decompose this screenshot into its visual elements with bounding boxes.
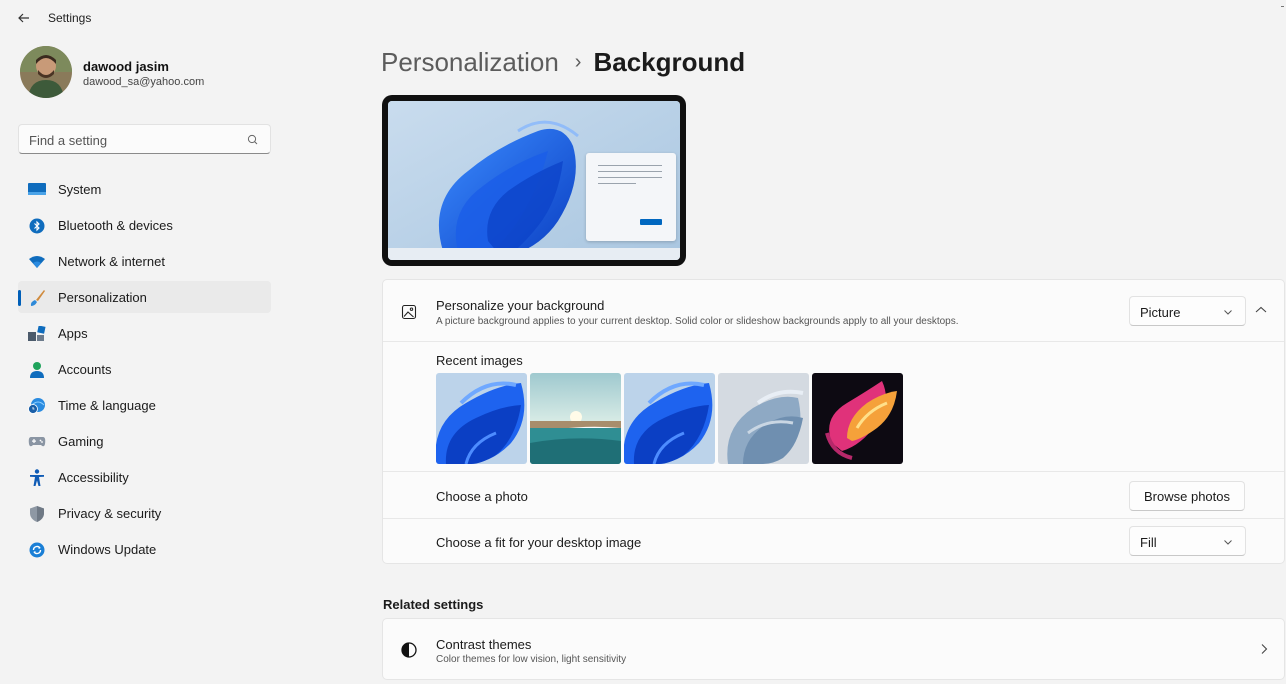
sidebar-item-privacy[interactable]: Privacy & security — [18, 497, 271, 529]
sidebar-item-apps[interactable]: Apps — [18, 317, 271, 349]
contrast-themes-description: Color themes for low vision, light sensi… — [436, 654, 627, 665]
sidebar-item-label: Privacy & security — [58, 506, 162, 521]
accessibility-icon — [28, 469, 46, 487]
preview-line — [598, 171, 662, 172]
sidebar-item-personalization[interactable]: Personalization — [18, 281, 271, 313]
chevron-down-icon — [1224, 540, 1232, 545]
recent-image-thumbnail[interactable] — [812, 373, 903, 464]
system-icon — [28, 181, 46, 199]
breadcrumb-parent[interactable]: Personalization — [381, 47, 559, 78]
sidebar-item-accounts[interactable]: Accounts — [18, 353, 271, 385]
sidebar-item-windows-update[interactable]: Windows Update — [18, 533, 271, 565]
gamepad-icon — [28, 433, 46, 451]
sidebar-item-label: Network & internet — [58, 254, 165, 269]
sidebar-nav: System Bluetooth & devices Network & int… — [18, 173, 271, 569]
recent-image-thumbnail[interactable] — [530, 373, 621, 464]
back-arrow-icon[interactable] — [14, 9, 34, 27]
preview-line — [598, 165, 662, 166]
preview-line — [598, 183, 636, 184]
background-type-row[interactable]: Personalize your background A picture ba… — [383, 280, 1284, 342]
brush-icon — [28, 289, 46, 307]
apps-icon — [28, 325, 46, 343]
row-divider — [383, 518, 1284, 519]
choose-photo-label: Choose a photo — [436, 489, 528, 504]
chevron-down-icon — [1224, 310, 1232, 315]
preview-screen — [388, 101, 680, 260]
sidebar-item-system[interactable]: System — [18, 173, 271, 205]
sidebar-item-label: Time & language — [58, 398, 156, 413]
sidebar-item-label: Personalization — [58, 290, 147, 305]
preview-button — [640, 219, 662, 225]
profile-email: dawood_sa@yahoo.com — [83, 76, 205, 88]
browse-photos-button[interactable]: Browse photos — [1129, 481, 1245, 511]
fit-label: Choose a fit for your desktop image — [436, 535, 642, 550]
sidebar-item-time-language[interactable]: Time & language — [18, 389, 271, 421]
sidebar-item-label: Accounts — [58, 362, 112, 377]
background-description: A picture background applies to your cur… — [436, 316, 959, 327]
search-input[interactable] — [29, 131, 239, 149]
related-settings-heading: Related settings — [383, 597, 484, 612]
background-type-dropdown[interactable]: Picture — [1129, 296, 1246, 326]
wifi-icon — [28, 253, 46, 271]
active-indicator — [18, 290, 21, 306]
globe-clock-icon — [28, 397, 46, 415]
sidebar-item-label: Windows Update — [58, 542, 157, 557]
preview-line — [598, 177, 662, 178]
chevron-up-icon[interactable] — [1253, 303, 1269, 317]
sidebar-item-label: Accessibility — [58, 470, 129, 485]
breadcrumb-separator: › — [574, 51, 582, 73]
preview-window — [586, 153, 676, 241]
contrast-icon — [401, 642, 417, 658]
sidebar-item-bluetooth[interactable]: Bluetooth & devices — [18, 209, 271, 241]
update-icon — [28, 541, 46, 559]
preview-taskbar — [388, 248, 680, 260]
fit-value: Fill — [1140, 535, 1157, 550]
sidebar-item-label: Bluetooth & devices — [58, 218, 173, 233]
search-box[interactable] — [18, 124, 271, 154]
avatar[interactable] — [20, 46, 72, 98]
breadcrumb: Personalization › Background — [381, 47, 745, 78]
chevron-right-icon — [1261, 644, 1268, 654]
sidebar-item-gaming[interactable]: Gaming — [18, 425, 271, 457]
desktop-preview — [382, 95, 686, 266]
recent-image-thumbnail[interactable] — [624, 373, 715, 464]
picture-icon — [401, 304, 417, 320]
recent-images — [436, 373, 906, 464]
background-settings-card: Personalize your background A picture ba… — [382, 279, 1285, 564]
background-type-value: Picture — [1140, 305, 1181, 320]
background-title: Personalize your background — [436, 298, 605, 313]
contrast-themes-link[interactable]: Contrast themes Color themes for low vis… — [382, 618, 1285, 680]
profile-name: dawood jasim — [83, 59, 169, 74]
recent-image-thumbnail[interactable] — [718, 373, 809, 464]
bluetooth-icon — [28, 217, 46, 235]
recent-image-thumbnail[interactable] — [436, 373, 527, 464]
fit-dropdown[interactable]: Fill — [1129, 526, 1246, 556]
search-icon[interactable] — [246, 133, 260, 147]
window-edge-mark — [1281, 6, 1284, 7]
sidebar-item-accessibility[interactable]: Accessibility — [18, 461, 271, 493]
sidebar-item-label: Gaming — [58, 434, 104, 449]
person-icon — [28, 361, 46, 379]
row-divider — [383, 471, 1284, 472]
recent-images-label: Recent images — [436, 353, 523, 368]
contrast-themes-title: Contrast themes — [436, 637, 532, 652]
page-title: Background — [593, 47, 746, 77]
sidebar-item-network[interactable]: Network & internet — [18, 245, 271, 277]
app-title: Settings — [48, 11, 92, 25]
sidebar-item-label: Apps — [58, 326, 88, 341]
sidebar-item-label: System — [58, 182, 102, 197]
shield-icon — [28, 505, 46, 523]
title-bar: Settings — [0, 0, 1286, 36]
